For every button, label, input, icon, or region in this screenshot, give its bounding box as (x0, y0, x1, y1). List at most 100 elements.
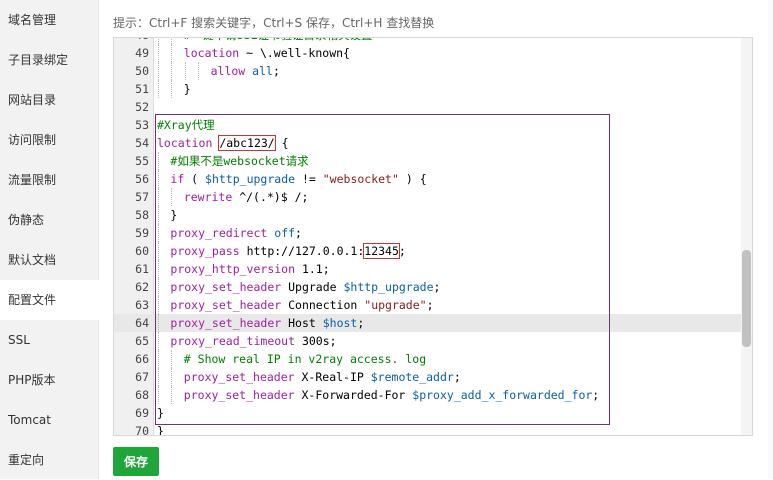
code-line[interactable]: 70} (114, 422, 752, 436)
editor-scroll-thumb[interactable] (742, 250, 751, 347)
code-line[interactable]: 53 #Xray代理 (114, 116, 752, 134)
code-token: proxy_set_header (183, 388, 295, 402)
sidebar-item[interactable]: 子目录绑定 (0, 40, 98, 80)
code-line[interactable]: 65 proxy_read_timeout 300s; (114, 332, 752, 350)
indent-guide (198, 62, 200, 80)
code-line[interactable]: 68 proxy_set_header X-Forwarded-For $prox… (114, 386, 752, 404)
code-token: } (157, 424, 164, 436)
code-text: allow all; (211, 62, 280, 80)
indent-guide (158, 224, 159, 242)
code-token: ; (453, 370, 461, 384)
sidebar-item[interactable]: PHP版本 (0, 360, 98, 400)
code-editor[interactable]: 48 #一键申请SSL证书验证目录相关设置 49 location ~ \.well-… (113, 37, 753, 436)
code-text: } (157, 404, 164, 422)
sidebar-item[interactable]: 访问限制 (0, 120, 98, 160)
code-line[interactable]: 49 location ~ \.well-known{ (114, 44, 752, 62)
code-token: Host (281, 316, 323, 330)
code-line[interactable]: 57 rewrite ^/(.*)$ /; (114, 188, 752, 206)
editor-scrollbar[interactable] (741, 38, 752, 435)
save-button[interactable]: 保存 (113, 447, 159, 476)
code-line[interactable]: 67 proxy_set_header X-Real-IP $remote_add… (114, 368, 752, 386)
code-line[interactable]: 51} (114, 80, 752, 98)
code-line[interactable]: 48 #一键申请SSL证书验证目录相关设置 (114, 38, 752, 44)
code-token: all (252, 64, 273, 78)
line-number: 61 (135, 262, 149, 276)
code-token: if (170, 172, 185, 186)
line-number: 57 (135, 190, 149, 204)
highlighted-token: /abc123/ (218, 135, 276, 151)
code-line[interactable]: 61 proxy_http_version 1.1; (114, 260, 752, 278)
code-token: $host (322, 316, 358, 330)
line-number: 60 (135, 244, 149, 258)
code-line[interactable]: 63 proxy_set_header Connection "upgrade"; (114, 296, 752, 314)
sidebar-item[interactable]: 配置文件 (0, 280, 99, 320)
line-number: 51 (135, 82, 149, 96)
code-token: } (183, 82, 191, 96)
code-token: # Show real IP in v2ray access. log (183, 352, 427, 366)
code-token: ; (357, 316, 365, 330)
code-token: proxy_set_header (183, 370, 295, 384)
indent-guide (158, 350, 159, 368)
code-line[interactable]: 52 (114, 98, 752, 116)
page-scrollbar[interactable] (768, 0, 773, 479)
code-text: #Xray代理 (157, 116, 215, 134)
code-text: proxy_http_version 1.1; (170, 260, 329, 278)
sidebar-item[interactable]: 网站目录 (0, 80, 98, 120)
sidebar-item[interactable]: 伪静态 (0, 200, 98, 240)
code-token: $proxy_add_x_forwarded_for (412, 388, 593, 402)
code-line[interactable]: 56 if ( $http_upgrade != "websocket" ) { (114, 170, 752, 188)
code-token: { (274, 136, 289, 150)
sidebar-item[interactable]: Tomcat (0, 400, 98, 440)
line-number: 49 (135, 46, 149, 60)
indent-guide (158, 368, 159, 386)
sidebar-item[interactable]: 重定向 (0, 440, 98, 480)
indent-guide (171, 188, 173, 206)
code-text: # Show real IP in v2ray access. log (184, 350, 426, 368)
code-token: rewrite (183, 190, 233, 204)
code-line[interactable]: 50 allow all; (114, 62, 752, 80)
indent-guide (171, 38, 173, 44)
code-line[interactable]: 60 proxy_pass http://127.0.0.1:12345; (114, 242, 752, 260)
code-token: $http_upgrade (343, 280, 434, 294)
line-number: 64 (135, 316, 149, 330)
code-line[interactable]: 66 # Show real IP in v2ray access. log (114, 350, 752, 368)
sidebar: 域名管理 子目录绑定 网站目录 访问限制 流量限制 伪静态 默认文档 配置文件 SSL PHP版本… (0, 0, 99, 479)
code-token: != (295, 172, 323, 186)
indent-guide (171, 350, 173, 368)
line-number: 63 (135, 298, 149, 312)
indent-guide (158, 206, 159, 224)
code-text: if ( $http_upgrade != "websocket" ) { (170, 170, 426, 188)
code-token: ^/(.*)$ /; (232, 190, 309, 204)
code-line[interactable]: 55 #如果不是websocket请求 (114, 152, 752, 170)
indent-guide (158, 260, 159, 278)
code-token: ~ \.well-known{ (239, 46, 350, 60)
sidebar-item[interactable]: SSL (0, 320, 98, 360)
code-line[interactable]: 64 proxy_set_header Host $host; (114, 314, 752, 332)
code-line[interactable]: 69} (114, 404, 752, 422)
indent-guide (158, 188, 159, 206)
indent-guide (171, 386, 173, 404)
code-token: http://127.0.0.1: (239, 244, 365, 258)
sidebar-item[interactable]: 流量限制 (0, 160, 98, 200)
indent-guide (158, 80, 159, 98)
code-token: Connection (281, 298, 365, 312)
code-text: } (157, 422, 164, 436)
code-line[interactable]: 58} (114, 206, 752, 224)
editor-hint: 提示：Ctrl+F 搜索关键字，Ctrl+S 保存，Ctrl+H 查找替换 (113, 16, 435, 30)
code-text: proxy_pass http://127.0.0.1:12345; (170, 242, 406, 260)
code-text: proxy_redirect off; (170, 224, 302, 242)
sidebar-item[interactable]: 默认文档 (0, 240, 98, 280)
code-token: } (157, 406, 164, 420)
sidebar-item[interactable]: 域名管理 (0, 0, 98, 40)
line-number: 69 (135, 406, 149, 420)
code-line[interactable]: 62 proxy_set_header Upgrade $http_upgrade… (114, 278, 752, 296)
code-token: ) { (398, 172, 427, 186)
code-token: "upgrade" (364, 298, 427, 312)
line-number: 55 (135, 154, 149, 168)
code-token: "websocket" (322, 172, 399, 186)
line-number: 48 (114, 38, 149, 44)
indent-guide (171, 80, 173, 98)
code-line[interactable]: 59 proxy_redirect off; (114, 224, 752, 242)
code-line[interactable]: 54 location /abc123/ { (114, 134, 752, 152)
line-number: 66 (135, 352, 149, 366)
